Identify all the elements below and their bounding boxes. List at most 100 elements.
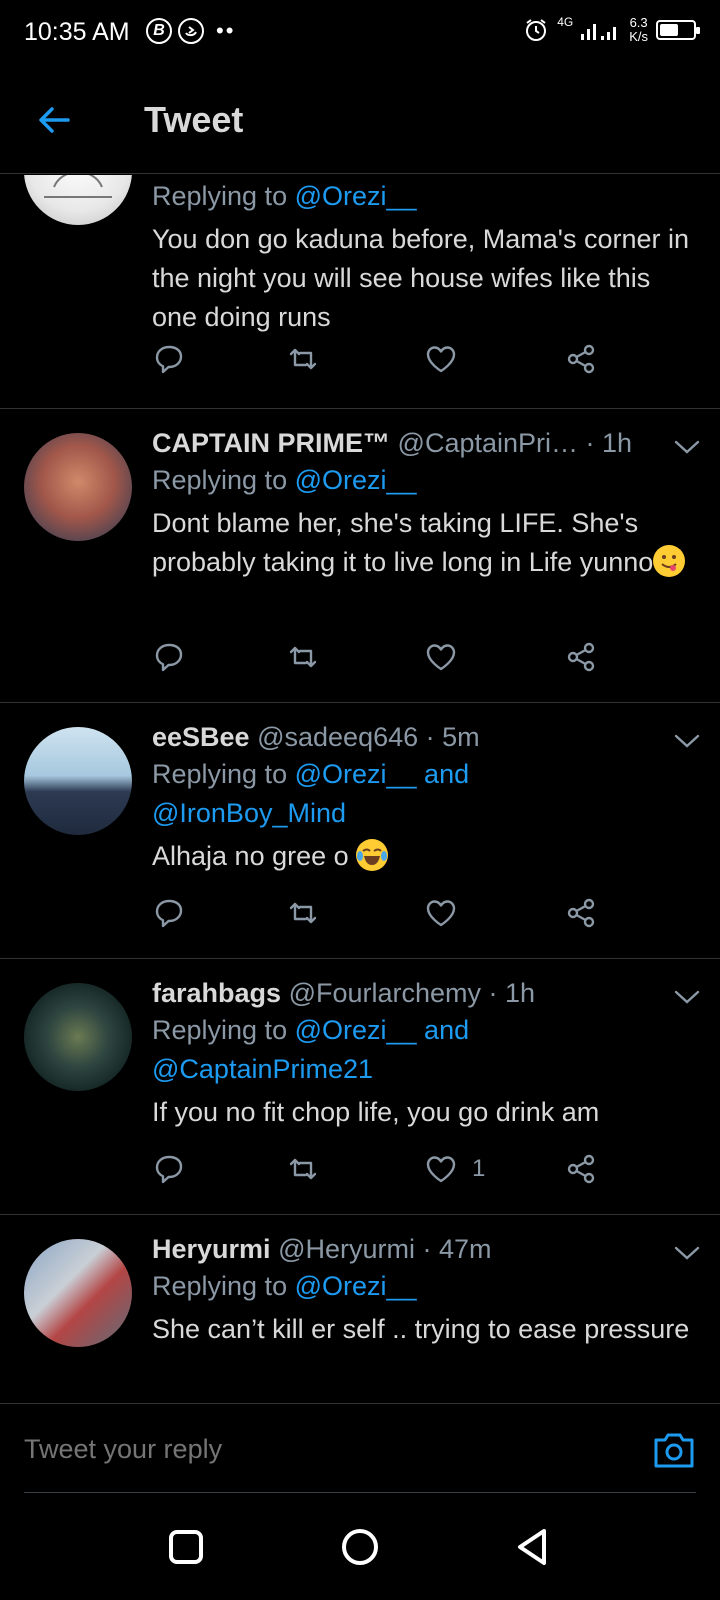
avatar[interactable]: [24, 727, 132, 835]
tweet-text-content: Alhaja no gree o: [152, 841, 349, 871]
display-name[interactable]: Heryurmi: [152, 1234, 271, 1264]
share-button[interactable]: [564, 339, 598, 379]
mention-link[interactable]: @IronBoy_Mind: [152, 798, 346, 828]
tweet-text: If you no fit chop life, you go drink am: [152, 1097, 600, 1127]
user-handle[interactable]: @Heryurmi: [278, 1234, 415, 1264]
more-notifications-icon: ••: [216, 18, 236, 43]
recent-apps-icon[interactable]: [164, 1525, 208, 1569]
retweet-button[interactable]: [286, 1149, 320, 1189]
like-button[interactable]: [424, 637, 472, 677]
tweet-time: · 47m: [422, 1234, 492, 1264]
tweet-item[interactable]: CAPTAIN PRIME™ @CaptainPri… · 1h Replyin…: [0, 409, 720, 703]
system-icons: 4G 6.3 K/s: [523, 15, 700, 44]
chevron-down-icon[interactable]: [672, 731, 702, 751]
tears-of-joy-emoji-icon: [356, 839, 389, 871]
share-button[interactable]: [564, 1149, 598, 1189]
back-nav-icon[interactable]: [512, 1525, 556, 1569]
reply-feed[interactable]: Replying to @Orezi__ You don go kaduna b…: [0, 175, 720, 1403]
home-icon[interactable]: [338, 1525, 382, 1569]
display-name[interactable]: eeSBee: [152, 722, 250, 752]
tweet-actions: 1: [152, 1149, 622, 1189]
tweet-text: Alhaja no gree o: [152, 837, 698, 876]
tweet-item[interactable]: eeSBee @sadeeq646 · 5m Replying to @Orez…: [0, 703, 720, 959]
reply-composer: [0, 1403, 720, 1493]
tweet-meta: Heryurmi @Heryurmi · 47m: [152, 1231, 698, 1267]
tweet-text-content: Dont blame her, she's taking LIFE. She's…: [152, 508, 654, 577]
tweet-actions: [152, 339, 622, 379]
tweet-meta: CAPTAIN PRIME™ @CaptainPri… · 1h: [152, 425, 698, 461]
camera-button[interactable]: [652, 1430, 696, 1470]
replying-to: Replying to @Orezi__: [152, 177, 698, 216]
heart-icon: [426, 900, 456, 927]
retweet-icon: [289, 1158, 317, 1180]
tweet-item[interactable]: Replying to @Orezi__ You don go kaduna b…: [0, 175, 720, 409]
speed-unit: K/s: [629, 29, 648, 44]
tweet-text: She can’t kill er self .. trying to ease…: [152, 1314, 690, 1344]
share-button[interactable]: [564, 637, 598, 677]
heart-icon: [426, 644, 456, 671]
replying-prefix: Replying to: [152, 181, 288, 211]
back-button[interactable]: [32, 98, 76, 142]
tweet-item[interactable]: farahbags @Fourlarchemy · 1h Replying to…: [0, 959, 720, 1215]
replying-to: Replying to @Orezi__ and @IronBoy_Mind: [152, 755, 698, 833]
tweet-text: Dont blame her, she's taking LIFE. She's…: [152, 504, 698, 582]
mention-link[interactable]: @CaptainPrime21: [152, 1054, 373, 1084]
replying-to: Replying to @Orezi__: [152, 1267, 698, 1306]
tweet-item[interactable]: Heryurmi @Heryurmi · 47m Replying to @Or…: [0, 1215, 720, 1403]
like-count: 1: [472, 1155, 486, 1182]
replying-prefix: Replying to: [152, 465, 288, 495]
retweet-button[interactable]: [286, 893, 320, 933]
avatar[interactable]: [24, 1239, 132, 1347]
replying-prefix: Replying to: [152, 1271, 288, 1301]
tweet-actions: [152, 637, 622, 677]
retweet-button[interactable]: [286, 339, 320, 379]
reply-icon: [155, 899, 183, 928]
status-time: 10:35 AM: [24, 18, 130, 46]
user-handle[interactable]: @CaptainPri…: [398, 428, 578, 458]
yum-emoji-icon: [653, 545, 686, 577]
alarm-icon: [526, 19, 547, 41]
speed-value: 6.3: [629, 15, 648, 30]
display-name[interactable]: CAPTAIN PRIME™: [152, 428, 390, 458]
avatar[interactable]: [24, 433, 132, 541]
user-handle[interactable]: @Fourlarchemy: [289, 978, 481, 1008]
mention-link[interactable]: @Orezi__ and: [295, 759, 470, 789]
reply-button[interactable]: [152, 893, 186, 933]
retweet-button[interactable]: [286, 637, 320, 677]
battery-icon: [656, 20, 700, 40]
reply-icon: [155, 345, 183, 374]
share-icon: [567, 642, 595, 672]
share-icon: [567, 1154, 595, 1184]
mention-link[interactable]: @Orezi__: [295, 181, 417, 211]
chevron-down-icon[interactable]: [672, 1243, 702, 1263]
user-handle[interactable]: @sadeeq646: [257, 722, 418, 752]
share-button[interactable]: [564, 893, 598, 933]
reply-icon: [155, 1155, 183, 1184]
chevron-down-icon[interactable]: [672, 987, 702, 1007]
app-header: Tweet: [0, 64, 720, 174]
reply-input[interactable]: [24, 1434, 584, 1465]
display-name[interactable]: farahbags: [152, 978, 281, 1008]
mention-link[interactable]: @Orezi__ and: [295, 1015, 470, 1045]
reply-button[interactable]: [152, 1149, 186, 1189]
reply-icon: [155, 643, 183, 672]
tweet-actions: [152, 893, 622, 933]
replying-prefix: Replying to: [152, 759, 288, 789]
reply-button[interactable]: [152, 339, 186, 379]
tweet-time: · 5m: [425, 722, 480, 752]
avatar[interactable]: [24, 175, 132, 225]
b-app-icon: B: [146, 18, 172, 44]
like-button[interactable]: 1: [424, 1149, 485, 1189]
mention-link[interactable]: @Orezi__: [295, 1271, 417, 1301]
reply-button[interactable]: [152, 637, 186, 677]
notification-icons: B ••: [146, 18, 235, 44]
avatar[interactable]: [24, 983, 132, 1091]
share-icon: [567, 344, 595, 374]
chevron-down-icon[interactable]: [672, 437, 702, 457]
mention-link[interactable]: @Orezi__: [295, 465, 417, 495]
arrow-left-icon: [39, 107, 70, 133]
retweet-icon: [289, 646, 317, 668]
signal-icon: [581, 24, 617, 40]
like-button[interactable]: [424, 893, 472, 933]
like-button[interactable]: [424, 339, 472, 379]
